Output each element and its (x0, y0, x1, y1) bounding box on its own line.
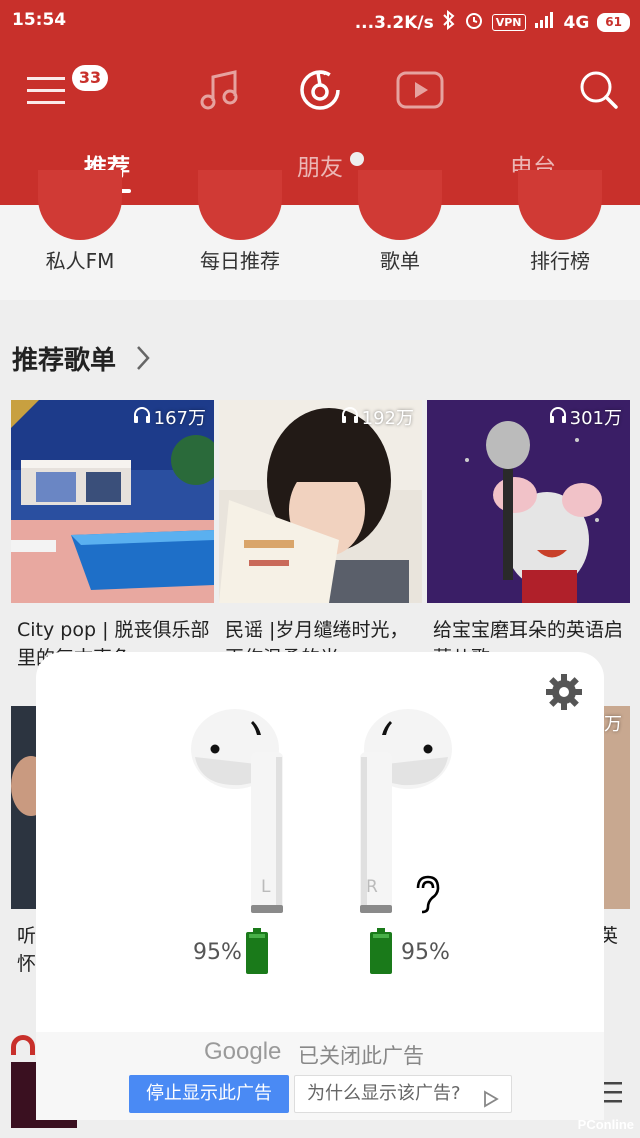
right-battery-icon (370, 928, 392, 978)
playlist-cover: 301万 (427, 400, 630, 603)
chevron-right-icon[interactable] (134, 344, 152, 376)
headphones-icon (549, 406, 567, 429)
status-bar: 15:54 ...3.2K/s VPN 4G 61 (0, 0, 640, 42)
airpods-popup: L R 95% 95% Google 已关闭此广告 停止显示此广告 为什么显示该… (36, 652, 604, 1120)
headphones-icon (341, 406, 359, 429)
quick-entries: 私人FM 每日推荐 歌单 排行榜 (0, 170, 640, 300)
fm-icon[interactable] (38, 170, 122, 240)
daily-calendar-icon[interactable] (198, 170, 282, 240)
status-time: 15:54 (12, 10, 67, 30)
friends-unread-dot (350, 152, 364, 166)
mini-player-ring (11, 1035, 35, 1055)
network-speed: ...3.2K/s (354, 12, 434, 33)
section-title[interactable]: 推荐歌单 (12, 340, 116, 377)
battery-indicator: 61 (597, 13, 630, 32)
play-count: 万 (604, 710, 622, 736)
stop-showing-ad-button[interactable]: 停止显示此广告 (129, 1075, 289, 1113)
left-battery-percent: 95% (193, 940, 242, 965)
playlist-cover: 167万 (11, 400, 214, 603)
signal-icon (534, 12, 556, 33)
left-battery-icon (246, 928, 268, 978)
menu-icon (27, 77, 65, 80)
settings-gear-icon[interactable] (544, 672, 584, 712)
quick-label-charts[interactable]: 排行榜 (480, 245, 640, 274)
video-play-icon[interactable] (395, 65, 445, 115)
playlist-icon[interactable] (358, 170, 442, 240)
menu-icon-bar (27, 89, 65, 92)
why-this-ad-label: 为什么显示该广告? (307, 1083, 461, 1104)
play-count-text: 167万 (153, 408, 206, 429)
netease-logo-icon[interactable] (295, 65, 345, 115)
music-note-icon[interactable] (195, 65, 245, 115)
play-count: 192万 (341, 404, 414, 430)
play-count-text: 万 (604, 714, 622, 735)
adchoices-icon (483, 1085, 499, 1120)
watermark: PConline (577, 1117, 634, 1132)
network-type: 4G (563, 12, 590, 33)
ad-closed-text: 已关闭此广告 (298, 1044, 424, 1068)
play-count: 301万 (549, 404, 622, 430)
alarm-icon (464, 10, 484, 35)
vpn-badge: VPN (491, 14, 526, 31)
search-icon[interactable] (574, 65, 624, 115)
right-battery-percent: 95% (401, 940, 450, 965)
right-label: R (366, 877, 378, 897)
playlist-cover: 192万 (219, 400, 422, 603)
play-count-text: 301万 (569, 408, 622, 429)
status-icons: ...3.2K/s VPN 4G 61 (354, 9, 630, 35)
in-ear-icon (412, 874, 442, 918)
ad-feedback-bar: Google 已关闭此广告 停止显示此广告 为什么显示该广告? (36, 1032, 604, 1120)
why-this-ad-button[interactable]: 为什么显示该广告? (294, 1075, 512, 1113)
google-logo: Google (204, 1038, 282, 1065)
quick-label-playlist[interactable]: 歌单 (320, 245, 480, 274)
quick-label-daily[interactable]: 每日推荐 (160, 245, 320, 274)
play-count: 167万 (133, 404, 206, 430)
notification-badge: 33 (72, 65, 108, 91)
menu-icon-bar (27, 101, 65, 104)
play-count-text: 192万 (361, 408, 414, 429)
left-airpod: L (191, 707, 287, 921)
menu-button[interactable]: 33 (22, 63, 108, 113)
headphones-icon (133, 406, 151, 429)
quick-label-fm[interactable]: 私人FM (0, 245, 160, 274)
bluetooth-icon (442, 9, 456, 35)
left-label: L (261, 877, 271, 897)
chart-icon[interactable] (518, 170, 602, 240)
top-nav: 33 (0, 55, 640, 125)
